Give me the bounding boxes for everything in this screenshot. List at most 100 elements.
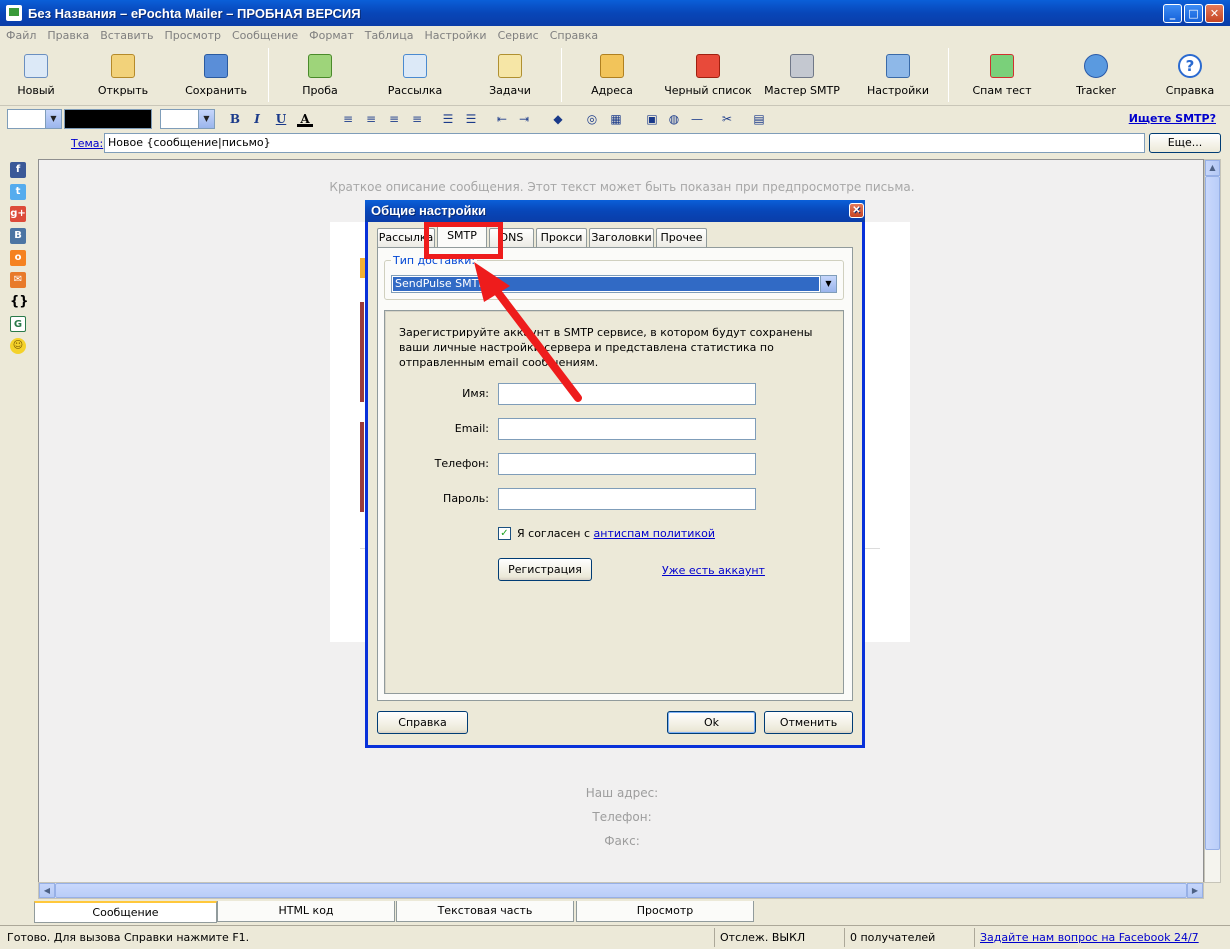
dialog-help-button[interactable]: Справка: [377, 711, 468, 734]
vertical-scrollbar[interactable]: ▲: [1204, 159, 1221, 883]
menu-file[interactable]: Файл: [6, 29, 36, 42]
open-button[interactable]: Открыть: [92, 48, 154, 104]
scroll-up-icon[interactable]: ▲: [1205, 160, 1220, 176]
outdent-icon[interactable]: ⇤: [494, 111, 510, 127]
menu-view[interactable]: Просмотр: [165, 29, 221, 42]
subject-input[interactable]: Новое {сообщение|письмо}: [104, 133, 1145, 153]
registration-description: Зарегистрируйте аккаунт в SMTP сервисе, …: [399, 326, 813, 369]
have-account-link[interactable]: Уже есть аккаунт: [662, 564, 765, 577]
server-icon: [790, 54, 814, 78]
bold-icon[interactable]: B: [227, 111, 243, 127]
font-combo[interactable]: ▼: [7, 109, 62, 129]
chevron-down-icon[interactable]: ▼: [820, 276, 836, 292]
find-smtp-link[interactable]: Ищете SMTP?: [1129, 112, 1216, 125]
cleanup-icon[interactable]: ✂: [719, 111, 735, 127]
floppy-icon: [204, 54, 228, 78]
menu-settings[interactable]: Настройки: [424, 29, 486, 42]
cancel-button[interactable]: Отменить: [764, 711, 853, 734]
indent-icon[interactable]: ⇥: [516, 111, 532, 127]
odnoklassniki-icon[interactable]: o: [10, 250, 26, 266]
tasks-button[interactable]: Задачи: [484, 48, 536, 104]
settings-button[interactable]: Настройки: [866, 48, 930, 104]
spam-test-button[interactable]: Спам тест: [972, 48, 1032, 104]
save-button[interactable]: Сохранить: [183, 48, 249, 104]
maximize-button[interactable]: □: [1184, 4, 1203, 23]
code-braces-icon[interactable]: {}: [10, 294, 29, 310]
google-plus-icon[interactable]: g+: [10, 206, 26, 222]
name-label: Имя:: [462, 387, 489, 400]
blacklist-button[interactable]: Черный список: [662, 48, 754, 104]
test-button[interactable]: Проба: [292, 48, 348, 104]
size-combo[interactable]: ▼: [160, 109, 215, 129]
scroll-right-icon[interactable]: ▶: [1187, 883, 1203, 898]
tab-preview[interactable]: Просмотр: [576, 901, 754, 922]
tab-message[interactable]: Сообщение: [34, 901, 217, 923]
menu-format[interactable]: Формат: [309, 29, 354, 42]
more-button[interactable]: Еще...: [1149, 133, 1221, 153]
menu-message[interactable]: Сообщение: [232, 29, 298, 42]
paste-icon[interactable]: ▤: [751, 111, 767, 127]
dialog-close-icon[interactable]: ✕: [849, 203, 864, 218]
ok-button[interactable]: Ok: [667, 711, 756, 734]
tab-text-part[interactable]: Текстовая часть: [396, 901, 574, 922]
horizontal-rule-icon[interactable]: —: [689, 111, 705, 127]
scroll-thumb[interactable]: [1205, 176, 1220, 850]
underline-icon[interactable]: U: [273, 111, 289, 127]
palette-icon[interactable]: ◍: [666, 111, 682, 127]
align-left-icon[interactable]: ≡: [340, 111, 356, 127]
bullet-list-icon[interactable]: ☰: [463, 111, 479, 127]
agree-text: Я согласен с: [517, 527, 594, 540]
image-icon[interactable]: ▣: [644, 111, 660, 127]
scroll-thumb[interactable]: [55, 883, 1187, 898]
mailing-button[interactable]: Рассылка: [384, 48, 446, 104]
tracker-button[interactable]: Tracker: [1072, 48, 1120, 104]
status-bar: Готово. Для вызова Справки нажмите F1. О…: [0, 925, 1230, 949]
minimize-button[interactable]: _: [1163, 4, 1182, 23]
app-icon: [6, 5, 22, 21]
vkontakte-icon[interactable]: B: [10, 228, 26, 244]
facebook-question-link[interactable]: Задайте нам вопрос на Facebook 24/7: [980, 931, 1199, 944]
globe-icon: [1084, 54, 1108, 78]
tab-html-code[interactable]: HTML код: [217, 901, 395, 922]
color-swatch[interactable]: [64, 109, 152, 129]
password-input[interactable]: [498, 488, 756, 510]
fill-bucket-icon[interactable]: ◆: [550, 111, 566, 127]
menu-help[interactable]: Справка: [550, 29, 598, 42]
numbered-list-icon[interactable]: ☰: [440, 111, 456, 127]
agree-checkbox[interactable]: ✓: [498, 527, 511, 540]
twitter-icon[interactable]: t: [10, 184, 26, 200]
tab-proxy[interactable]: Прокси: [536, 228, 587, 247]
close-button[interactable]: ✕: [1205, 4, 1224, 23]
menu-service[interactable]: Сервис: [498, 29, 539, 42]
subject-label[interactable]: Тема:: [71, 137, 103, 150]
register-button[interactable]: Регистрация: [498, 558, 592, 581]
smiley-icon[interactable]: ☺: [10, 338, 26, 354]
font-color-icon[interactable]: A: [297, 111, 313, 127]
align-center-icon[interactable]: ≡: [363, 111, 379, 127]
italic-icon[interactable]: I: [249, 111, 265, 127]
facebook-icon[interactable]: f: [10, 162, 26, 178]
help-button[interactable]: ? Справка: [1164, 48, 1216, 104]
table-icon[interactable]: ▦: [608, 111, 624, 127]
delivery-type-select[interactable]: SendPulse SMTP ▼: [391, 275, 837, 293]
google-icon[interactable]: G: [10, 316, 26, 332]
addresses-button[interactable]: Адреса: [586, 48, 638, 104]
insert-link-icon[interactable]: ◎: [584, 111, 600, 127]
antispam-policy-link[interactable]: антиспам политикой: [594, 527, 715, 540]
new-button[interactable]: Новый: [6, 48, 66, 104]
horizontal-scrollbar[interactable]: ◀ ▶: [38, 882, 1204, 899]
align-right-icon[interactable]: ≡: [386, 111, 402, 127]
phone-input[interactable]: [498, 453, 756, 475]
folder-icon: [111, 54, 135, 78]
menu-insert[interactable]: Вставить: [100, 29, 153, 42]
smtp-wizard-button[interactable]: Мастер SMTP: [764, 48, 840, 104]
scroll-left-icon[interactable]: ◀: [39, 883, 55, 898]
menu-table[interactable]: Таблица: [365, 29, 414, 42]
align-justify-icon[interactable]: ≡: [409, 111, 425, 127]
tab-other[interactable]: Прочее: [656, 228, 707, 247]
menu-edit[interactable]: Правка: [47, 29, 89, 42]
tab-headers[interactable]: Заголовки: [589, 228, 654, 247]
email-input[interactable]: [498, 418, 756, 440]
name-input[interactable]: [498, 383, 756, 405]
email-icon[interactable]: ✉: [10, 272, 26, 288]
